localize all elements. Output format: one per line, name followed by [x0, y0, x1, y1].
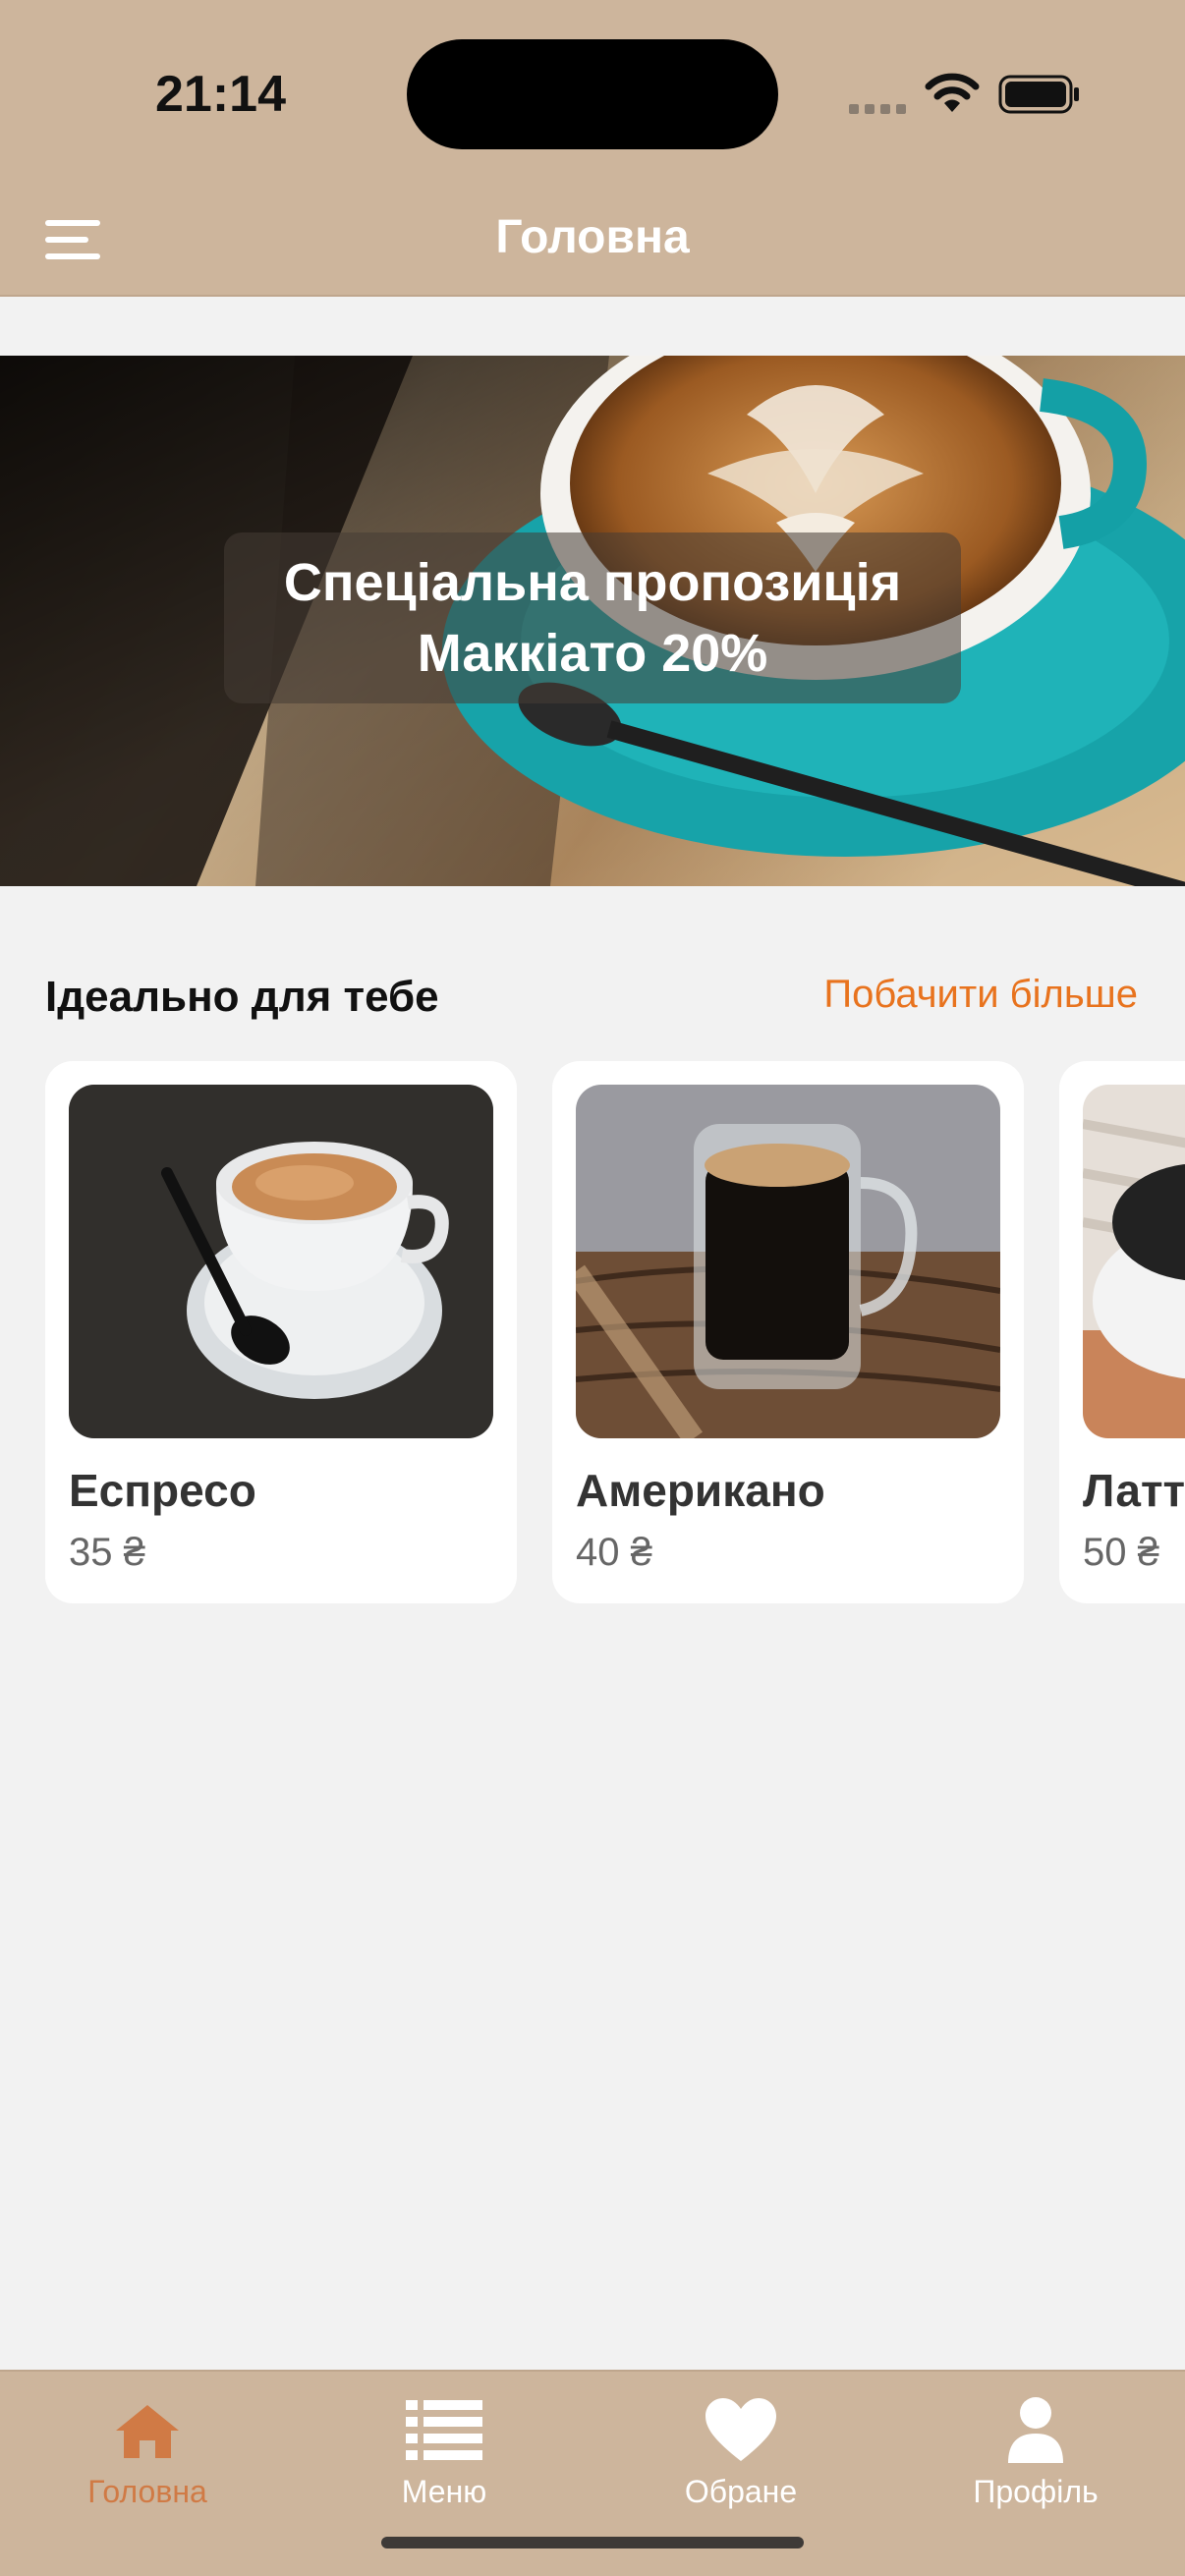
page-title: Головна — [495, 211, 690, 263]
product-name: Латте — [1083, 1465, 1185, 1516]
tab-label: Профіль — [973, 2474, 1099, 2509]
tab-home[interactable]: Головна — [49, 2393, 246, 2521]
home-icon — [49, 2393, 246, 2468]
see-more-link[interactable]: Побачити більше — [823, 973, 1138, 1017]
product-card-americano[interactable]: Американо 40 ₴ — [552, 1061, 1024, 1603]
tab-favorites[interactable]: Обране — [643, 2393, 839, 2521]
promo-caption: Спеціальна пропозиція Маккіато 20% — [224, 532, 961, 703]
product-price: 50 ₴ — [1083, 1531, 1159, 1574]
product-name: Американо — [576, 1465, 825, 1516]
status-indicators — [845, 71, 1091, 118]
section-title: Ідеально для тебе — [45, 973, 439, 1021]
battery-icon — [998, 75, 1079, 114]
top-bar: 21:14 Головна — [0, 0, 1185, 297]
tab-label: Головна — [87, 2474, 207, 2509]
dynamic-island — [407, 39, 778, 149]
product-carousel[interactable]: Еспресо 35 ₴ Американо 40 ₴ Латт 50 ₴ — [0, 1061, 1185, 1607]
product-price: 35 ₴ — [69, 1531, 145, 1574]
americano-photo — [576, 1085, 1000, 1438]
promo-line-2: Маккіато 20% — [417, 624, 768, 683]
heart-icon — [643, 2393, 839, 2468]
espresso-photo — [69, 1085, 493, 1438]
promo-line-1: Спеціальна пропозиція — [283, 553, 902, 612]
tab-label: Меню — [401, 2474, 487, 2509]
product-price: 40 ₴ — [576, 1531, 652, 1574]
list-icon — [346, 2393, 542, 2468]
latte-photo — [1083, 1085, 1185, 1438]
status-time: 21:14 — [155, 66, 286, 123]
product-name: Еспресо — [69, 1465, 256, 1516]
promo-banner[interactable]: Спеціальна пропозиція Маккіато 20% — [0, 356, 1185, 886]
tab-profile[interactable]: Профіль — [937, 2393, 1134, 2521]
tab-menu[interactable]: Меню — [346, 2393, 542, 2521]
product-card-latte[interactable]: Латте 50 ₴ — [1059, 1061, 1185, 1603]
home-indicator[interactable] — [381, 2537, 804, 2548]
tab-label: Обране — [684, 2474, 798, 2509]
cellular-signal-icon — [849, 104, 906, 114]
product-card-espresso[interactable]: Еспресо 35 ₴ — [45, 1061, 517, 1603]
person-icon — [937, 2393, 1134, 2468]
wifi-icon — [925, 73, 980, 112]
